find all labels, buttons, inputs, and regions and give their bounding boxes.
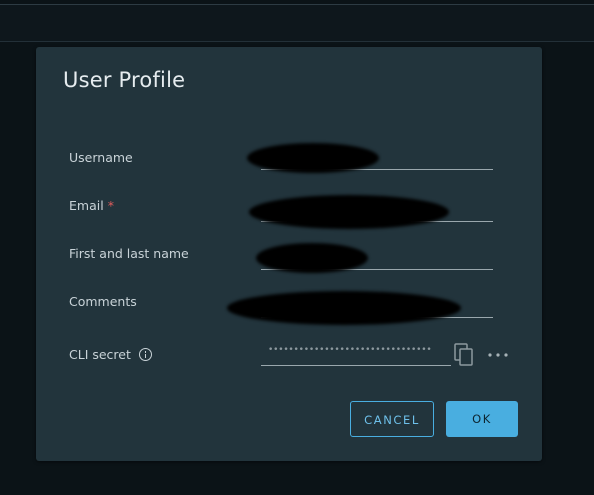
cli-secret-label: CLI secret	[69, 347, 152, 362]
cli-secret-field[interactable]: ••••••••••••••••••••••••••••••••	[261, 343, 451, 366]
redaction-mark	[256, 243, 368, 273]
full-name-row: First and last name	[36, 241, 542, 273]
more-options-icon[interactable]	[486, 346, 510, 362]
comments-label: Comments	[69, 294, 137, 309]
comments-field[interactable]	[227, 289, 493, 325]
dialog-title: User Profile	[63, 68, 186, 92]
redaction-mark	[227, 291, 461, 325]
required-marker: *	[107, 198, 114, 213]
top-bar	[0, 5, 594, 41]
email-row: Email *	[36, 193, 542, 229]
ok-button[interactable]: OK	[446, 401, 518, 437]
username-field[interactable]	[247, 143, 493, 173]
username-label: Username	[69, 150, 133, 165]
header-divider	[0, 41, 594, 42]
user-profile-dialog: User Profile Username Email * First and l…	[36, 47, 542, 461]
cli-secret-value: ••••••••••••••••••••••••••••••••	[268, 345, 432, 355]
redaction-mark	[247, 143, 379, 173]
email-field[interactable]	[249, 193, 493, 229]
full-name-field[interactable]	[256, 241, 493, 273]
copy-icon[interactable]	[454, 343, 474, 367]
top-divider	[0, 4, 594, 5]
cancel-button[interactable]: CANCEL	[350, 401, 434, 437]
email-label: Email *	[69, 198, 114, 213]
info-icon[interactable]	[138, 348, 152, 361]
username-row: Username	[36, 143, 542, 175]
cli-secret-row: CLI secret •••••••••••••••••••••••••••••…	[36, 343, 542, 373]
full-name-label: First and last name	[69, 246, 189, 261]
redaction-mark	[249, 195, 449, 229]
comments-row: Comments	[36, 289, 542, 325]
